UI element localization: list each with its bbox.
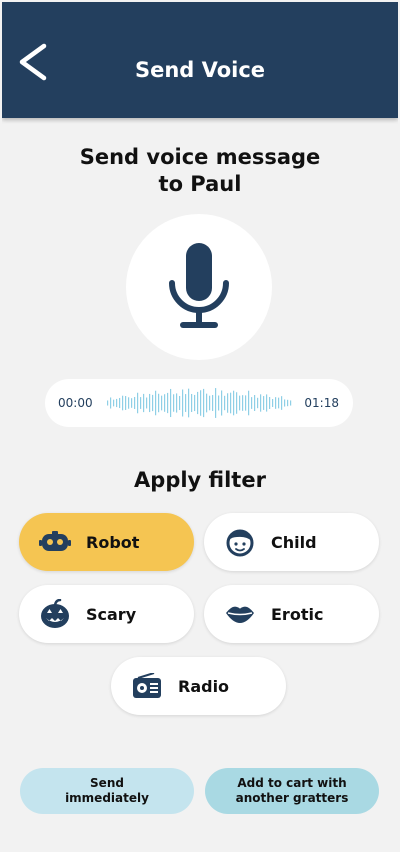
waveform-bar	[161, 395, 163, 411]
waveform-bar	[227, 393, 229, 413]
waveform-bar	[290, 400, 292, 406]
waveform-bar	[182, 389, 184, 417]
waveform-bar	[254, 395, 256, 411]
waveform-bar	[242, 395, 244, 411]
child-face-icon	[224, 526, 256, 558]
waveform-bar	[113, 399, 115, 407]
waveform-bar	[107, 400, 109, 406]
waveform-bar	[239, 395, 241, 411]
waveform-bar	[140, 397, 142, 409]
filter-section-title: Apply filter	[134, 468, 266, 492]
waveform-bar	[149, 393, 151, 413]
waveform-bar	[176, 393, 178, 413]
waveform-bar	[143, 393, 145, 413]
waveform-bar	[263, 396, 265, 410]
current-time: 00:00	[58, 396, 93, 410]
waveform-bar	[134, 396, 136, 410]
page-title: Send Voice	[134, 58, 266, 82]
add-to-cart-button[interactable]: Add to cart with another gratters	[205, 768, 379, 814]
waveform-bar	[131, 398, 133, 408]
filter-radio-button[interactable]: Radio	[111, 657, 286, 715]
waveform-bar	[173, 394, 175, 412]
waveform-bar	[245, 395, 247, 411]
waveform-bar	[164, 394, 166, 412]
waveform-bar	[272, 399, 274, 407]
filter-label: Robot	[86, 532, 140, 552]
radio-icon	[131, 670, 163, 702]
waveform-bar	[170, 388, 172, 418]
audio-player[interactable]: 00:00 01:18	[45, 379, 353, 427]
cart-label-line-2: another gratters	[235, 791, 349, 805]
waveform-bar	[281, 396, 283, 410]
waveform-bar	[275, 397, 277, 409]
waveform-bar	[158, 393, 160, 413]
waveform-bar	[146, 397, 148, 409]
waveform-bar	[218, 395, 220, 411]
lips-icon	[224, 598, 256, 630]
waveform-bar	[194, 394, 196, 412]
waveform	[107, 388, 292, 418]
filter-child-button[interactable]: Child	[204, 513, 379, 571]
waveform-bar	[203, 388, 205, 418]
waveform-bar	[278, 397, 280, 409]
waveform-bar	[260, 394, 262, 412]
waveform-bar	[197, 391, 199, 415]
waveform-bar	[221, 390, 223, 416]
waveform-bar	[206, 393, 208, 413]
filter-label: Radio	[178, 676, 230, 696]
waveform-bar	[257, 397, 259, 409]
waveform-bar	[209, 395, 211, 411]
waveform-bar	[188, 388, 190, 418]
robot-icon	[39, 526, 71, 558]
message-heading: Send voice message to Paul	[2, 144, 398, 198]
filter-label: Erotic	[271, 604, 324, 624]
waveform-bar	[266, 394, 268, 412]
microphone-icon	[169, 243, 229, 328]
duration: 01:18	[304, 396, 339, 410]
cart-label-line-1: Add to cart with	[237, 776, 347, 790]
filter-scary-button[interactable]: Scary	[19, 585, 194, 643]
waveform-bar	[179, 395, 181, 411]
waveform-bar	[155, 390, 157, 416]
waveform-bar	[269, 397, 271, 409]
send-label-line-2: immediately	[65, 791, 149, 805]
app-header: Send Voice	[2, 2, 398, 118]
waveform-bar	[191, 393, 193, 413]
waveform-bar	[116, 398, 118, 408]
waveform-bar	[200, 390, 202, 416]
waveform-bar	[215, 388, 217, 418]
filter-label: Scary	[86, 604, 137, 624]
waveform-bar	[212, 395, 214, 411]
waveform-bar	[122, 395, 124, 411]
waveform-bar	[236, 392, 238, 414]
waveform-bar	[119, 397, 121, 409]
waveform-bar	[167, 392, 169, 414]
waveform-bar	[287, 399, 289, 407]
waveform-bar	[185, 394, 187, 412]
heading-line-2: to Paul	[158, 172, 242, 196]
filter-erotic-button[interactable]: Erotic	[204, 585, 379, 643]
waveform-bar	[224, 395, 226, 411]
heading-line-1: Send voice message	[79, 145, 321, 169]
send-voice-screen: Send Voice Send voice message to Paul 00…	[2, 2, 398, 850]
waveform-bar	[248, 390, 250, 416]
waveform-bar	[137, 392, 139, 414]
waveform-bar	[125, 396, 127, 410]
filter-robot-button[interactable]: Robot	[19, 513, 194, 571]
send-label-line-1: Send	[90, 776, 124, 790]
waveform-bar	[251, 397, 253, 409]
pumpkin-icon	[39, 598, 71, 630]
waveform-bar	[233, 390, 235, 416]
waveform-bar	[152, 394, 154, 412]
filter-label: Child	[271, 532, 317, 552]
record-button[interactable]	[126, 214, 272, 360]
waveform-bar	[230, 392, 232, 414]
waveform-bar	[128, 397, 130, 409]
send-immediately-button[interactable]: Send immediately	[20, 768, 194, 814]
waveform-bar	[110, 397, 112, 409]
waveform-bar	[284, 399, 286, 407]
